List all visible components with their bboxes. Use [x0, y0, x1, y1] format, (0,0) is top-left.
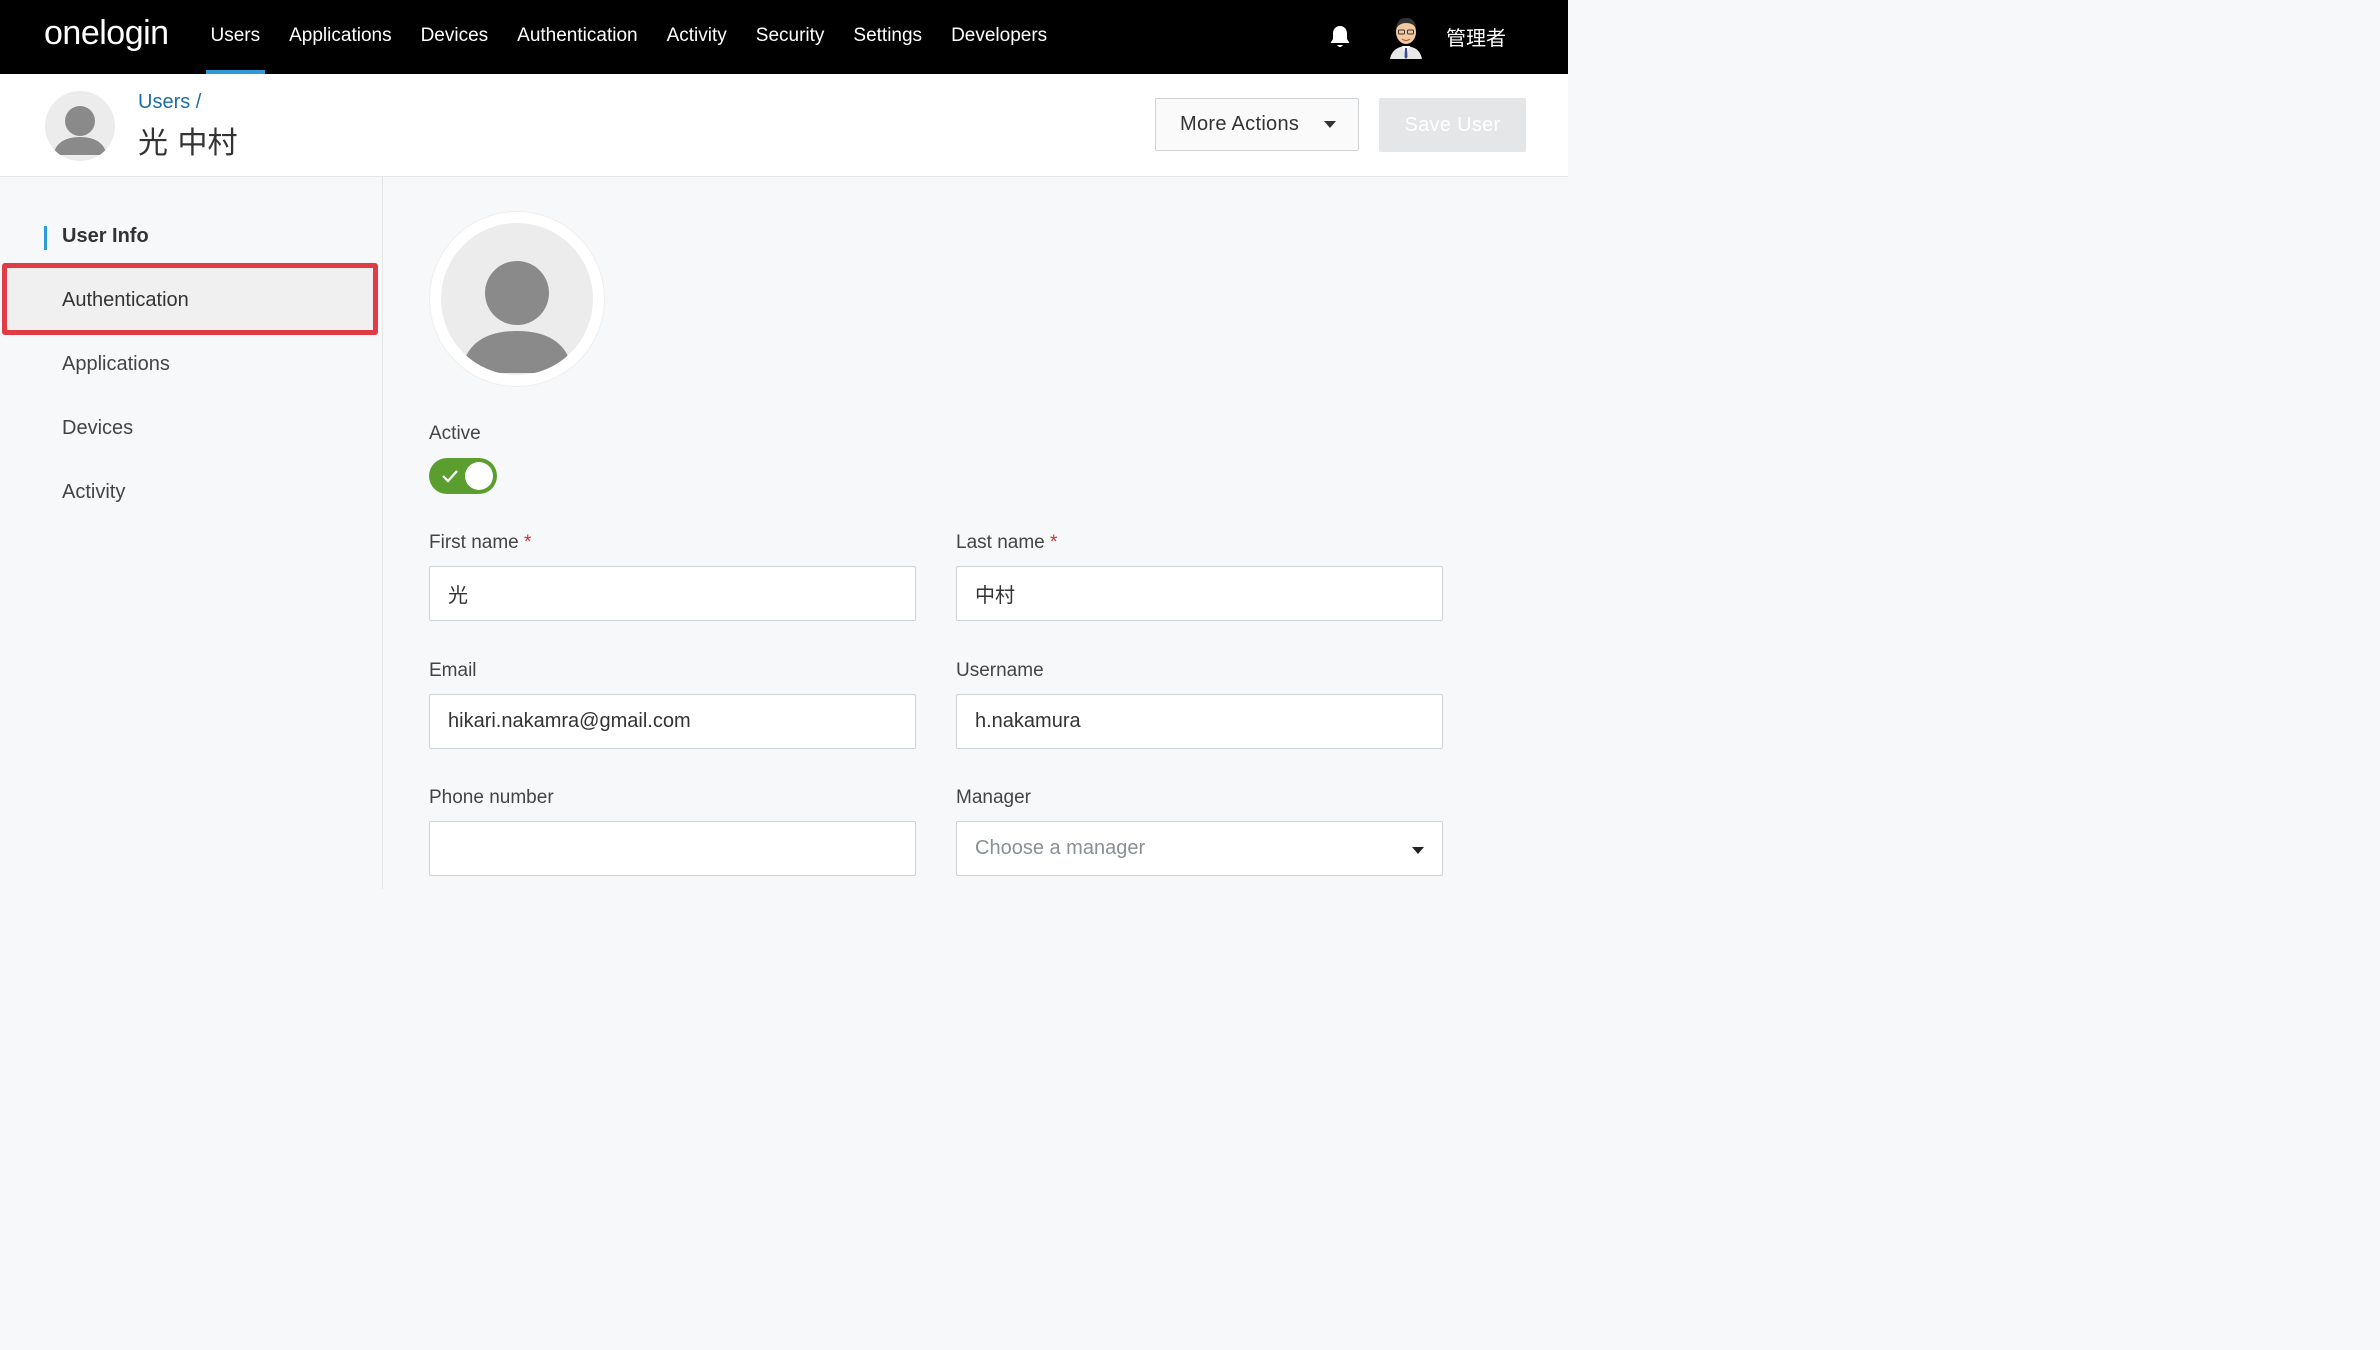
- user-silhouette-icon: [53, 106, 107, 155]
- sidebar-item-applications[interactable]: Applications: [62, 353, 170, 376]
- user-sidebar: User Info Authentication Applications De…: [0, 177, 383, 889]
- user-info-panel: Active First name * 光 Last name * 中村 Ema…: [383, 177, 1568, 889]
- toggle-knob: [465, 462, 493, 490]
- sidebar-item-authentication[interactable]: Authentication: [62, 289, 189, 312]
- active-toggle[interactable]: [429, 458, 497, 494]
- more-actions-label: More Actions: [1180, 113, 1300, 135]
- admin-avatar[interactable]: [1388, 15, 1424, 59]
- phone-field[interactable]: [429, 821, 916, 876]
- last-name-label-text: Last name: [956, 532, 1045, 553]
- active-indicator: [44, 226, 47, 250]
- first-name-label-text: First name: [429, 532, 519, 553]
- nav-item-users[interactable]: Users: [196, 0, 275, 74]
- user-header: Users / 光 中村 More Actions Save User: [0, 74, 1568, 177]
- caret-down-icon: [1412, 847, 1424, 854]
- nav-item-settings[interactable]: Settings: [839, 0, 937, 74]
- active-label: Active: [429, 423, 481, 444]
- required-mark: *: [1050, 532, 1058, 553]
- sidebar-item-activity[interactable]: Activity: [62, 481, 125, 504]
- required-mark: *: [524, 532, 532, 553]
- bell-icon[interactable]: [1328, 24, 1352, 50]
- sidebar-item-devices[interactable]: Devices: [62, 417, 133, 440]
- more-actions-button[interactable]: More Actions: [1155, 98, 1359, 151]
- breadcrumb-users[interactable]: Users /: [138, 91, 201, 114]
- manager-select[interactable]: Choose a manager: [956, 821, 1443, 876]
- username-label: Username: [956, 660, 1044, 681]
- username-field[interactable]: h.nakamura: [956, 694, 1443, 749]
- user-silhouette-icon: [461, 261, 573, 373]
- first-name-field[interactable]: 光: [429, 566, 916, 621]
- last-name-field[interactable]: 中村: [956, 566, 1443, 621]
- top-navbar: onelogin Users Applications Devices Auth…: [0, 0, 1568, 74]
- nav-item-activity[interactable]: Activity: [652, 0, 741, 74]
- nav-item-authentication[interactable]: Authentication: [503, 0, 652, 74]
- manager-placeholder: Choose a manager: [975, 837, 1146, 859]
- last-name-label: Last name *: [956, 532, 1057, 554]
- nav-item-applications[interactable]: Applications: [275, 0, 406, 74]
- profile-photo-inner: [441, 223, 593, 375]
- phone-label: Phone number: [429, 787, 554, 808]
- save-user-button[interactable]: Save User: [1379, 98, 1526, 152]
- onelogin-logo[interactable]: onelogin: [44, 14, 169, 53]
- nav-item-security[interactable]: Security: [741, 0, 839, 74]
- nav-item-developers[interactable]: Developers: [937, 0, 1062, 74]
- profile-photo[interactable]: [430, 212, 604, 386]
- manager-label: Manager: [956, 787, 1031, 808]
- page-title: 光 中村: [138, 126, 238, 161]
- main-nav: Users Applications Devices Authenticatio…: [196, 0, 1062, 74]
- caret-down-icon: [1324, 121, 1336, 128]
- nav-item-devices[interactable]: Devices: [406, 0, 503, 74]
- user-avatar: [45, 91, 115, 161]
- checkmark-icon: [442, 470, 458, 483]
- email-label: Email: [429, 660, 477, 681]
- first-name-label: First name *: [429, 532, 531, 554]
- email-field[interactable]: hikari.nakamra@gmail.com: [429, 694, 916, 749]
- sidebar-item-user-info[interactable]: User Info: [62, 225, 149, 248]
- highlight-box: [2, 263, 378, 335]
- admin-name[interactable]: 管理者: [1446, 22, 1506, 51]
